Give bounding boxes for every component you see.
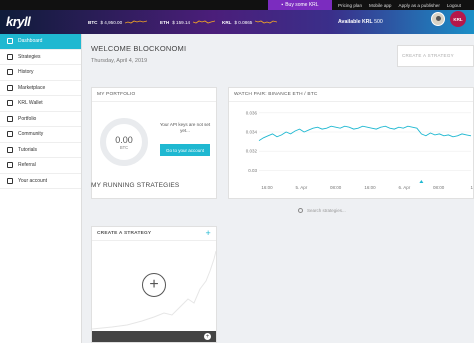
running-strategies-title: MY RUNNING STRATEGIES bbox=[91, 182, 180, 189]
create-strategy-label: CREATE A STRATEGY bbox=[97, 231, 152, 236]
search-strategies[interactable]: Search strategies... bbox=[298, 205, 474, 215]
top-links: Pricing plan Mobile app Apply as a publi… bbox=[338, 0, 461, 10]
apply-publisher-link[interactable]: Apply as a publisher bbox=[399, 3, 440, 8]
portfolio-ring: 0.00 BTC bbox=[100, 118, 148, 166]
sparkline-icon bbox=[193, 20, 216, 24]
sidebar-item-tutorials[interactable]: Tutorials bbox=[0, 143, 81, 158]
price-chart: 0.03 0.032 0.034 0.036 16:00 5. Apr 08:00 16:00… bbox=[246, 110, 473, 190]
available-label: Available KRL bbox=[338, 19, 373, 25]
sidebar-item-label: Tutorials bbox=[18, 146, 37, 153]
strategy-card-footer: + bbox=[92, 331, 216, 342]
watch-pair-card: WATCH PAIR: BINANCE ETH / BTC 0.03 0.032 0… bbox=[228, 87, 474, 199]
ticker-value: $ 159.14 bbox=[172, 19, 191, 25]
sparkline-icon bbox=[255, 20, 278, 24]
portfolio-icon bbox=[7, 115, 13, 122]
event-marker-icon bbox=[419, 180, 424, 183]
sidebar-item-label: History bbox=[18, 69, 34, 76]
community-icon bbox=[7, 131, 13, 138]
sidebar-item-dashboard[interactable]: Dashboard bbox=[0, 34, 81, 50]
ticker-eth: ETH $ 159.14 bbox=[160, 18, 216, 26]
create-strategy-header: CREATE A STRATEGY + bbox=[92, 227, 216, 241]
history-icon bbox=[7, 69, 13, 76]
page-title: WELCOME BLOCKONOMI bbox=[91, 44, 187, 53]
portfolio-value: 0.00 bbox=[115, 134, 133, 145]
ticker-symbol: BTC bbox=[88, 19, 98, 25]
sparkline-icon bbox=[125, 20, 148, 24]
x-tick-label: 08:00 bbox=[330, 185, 342, 190]
avatar[interactable] bbox=[431, 12, 445, 26]
create-strategy-input[interactable]: CREATE A STRATEGY bbox=[397, 45, 474, 67]
krl-badge[interactable]: KRL bbox=[450, 11, 466, 27]
search-input[interactable]: Search strategies... bbox=[307, 208, 346, 213]
ticker-symbol: KRL bbox=[222, 19, 232, 25]
sidebar-item-label: KRL Wallet bbox=[18, 100, 43, 107]
page-date: Thursday, April 4, 2019 bbox=[91, 58, 148, 64]
y-tick-label: 0.032 bbox=[246, 149, 258, 154]
sidebar-item-portfolio[interactable]: Portfolio bbox=[0, 112, 81, 127]
strategies-icon bbox=[7, 53, 13, 60]
cart-icon: ▪ bbox=[281, 2, 284, 8]
add-circle-icon[interactable]: + bbox=[204, 333, 211, 340]
referral-icon bbox=[7, 162, 13, 169]
price-line bbox=[258, 125, 472, 141]
ticker-value: $ 0.0865 bbox=[234, 19, 253, 25]
top-bar: ▪ Buy some KRL Pricing plan Mobile app A… bbox=[0, 0, 474, 10]
wallet-icon bbox=[7, 100, 13, 107]
sidebar-item-label: Referral bbox=[18, 162, 36, 169]
sidebar-item-label: Community bbox=[18, 131, 44, 138]
y-tick-label: 0.03 bbox=[248, 168, 257, 173]
x-tick-label: 16:00 bbox=[261, 185, 273, 190]
tutorials-icon bbox=[7, 146, 13, 153]
sidebar-item-label: Your account bbox=[18, 177, 48, 184]
sidebar-item-label: Dashboard bbox=[18, 38, 43, 45]
kryll-logo[interactable]: kryll bbox=[6, 14, 31, 29]
mobile-app-link[interactable]: Mobile app bbox=[369, 3, 391, 8]
x-tick-label: 5. Apr bbox=[295, 185, 307, 190]
ticker-symbol: ETH bbox=[160, 19, 170, 25]
y-tick-label: 0.036 bbox=[246, 110, 258, 115]
add-strategy-icon[interactable]: + bbox=[142, 273, 166, 297]
available-value: 500 bbox=[374, 19, 383, 25]
available-krl: Available KRL 500 bbox=[338, 19, 383, 25]
sidebar-item-krl-wallet[interactable]: KRL Wallet bbox=[0, 96, 81, 112]
go-to-account-button[interactable]: Go to your account bbox=[160, 144, 210, 156]
sidebar: Dashboard Strategies History Marketplace… bbox=[0, 34, 82, 343]
sidebar-item-label: Marketplace bbox=[18, 84, 46, 91]
ticker-value: $ 4,950.00 bbox=[100, 19, 123, 25]
api-keys-message: Your API keys are not set yet... bbox=[159, 122, 211, 133]
sidebar-item-history[interactable]: History bbox=[0, 65, 81, 81]
create-strategy-card[interactable]: CREATE A STRATEGY + + + bbox=[91, 226, 217, 343]
sidebar-item-your-account[interactable]: Your account bbox=[0, 174, 81, 189]
x-tick-label: 08:00 bbox=[433, 185, 445, 190]
dashboard-icon bbox=[7, 38, 13, 45]
plus-icon[interactable]: + bbox=[206, 229, 211, 238]
sidebar-item-marketplace[interactable]: Marketplace bbox=[0, 81, 81, 96]
buy-krl-button[interactable]: ▪ Buy some KRL bbox=[268, 0, 332, 10]
x-tick-label: 16:00 bbox=[364, 185, 376, 190]
portfolio-currency: BTC bbox=[119, 144, 129, 150]
sidebar-item-label: Portfolio bbox=[18, 115, 37, 122]
sidebar-item-strategies[interactable]: Strategies bbox=[0, 50, 81, 65]
search-icon bbox=[298, 207, 303, 213]
marketplace-icon bbox=[7, 84, 13, 91]
sidebar-item-community[interactable]: Community bbox=[0, 127, 81, 143]
buy-krl-label: Buy some KRL bbox=[285, 2, 319, 8]
sidebar-item-label: Strategies bbox=[18, 53, 41, 60]
watch-pair-title: WATCH PAIR: BINANCE ETH / BTC bbox=[229, 88, 473, 102]
pricing-plan-link[interactable]: Pricing plan bbox=[338, 3, 362, 8]
logout-link[interactable]: Logout bbox=[447, 3, 461, 8]
sidebar-item-referral[interactable]: Referral bbox=[0, 158, 81, 174]
account-icon bbox=[7, 177, 13, 184]
x-tick-label: 16 bbox=[470, 185, 473, 190]
y-tick-label: 0.034 bbox=[246, 130, 258, 135]
header: kryll BTC $ 4,950.00 ETH $ 159.14 KRL $ … bbox=[0, 10, 474, 34]
portfolio-title: MY PORTFOLIO bbox=[92, 88, 216, 102]
ticker-krl: KRL $ 0.0865 bbox=[222, 18, 278, 26]
x-tick-label: 6. Apr bbox=[398, 185, 410, 190]
ticker-btc: BTC $ 4,950.00 bbox=[88, 18, 148, 26]
